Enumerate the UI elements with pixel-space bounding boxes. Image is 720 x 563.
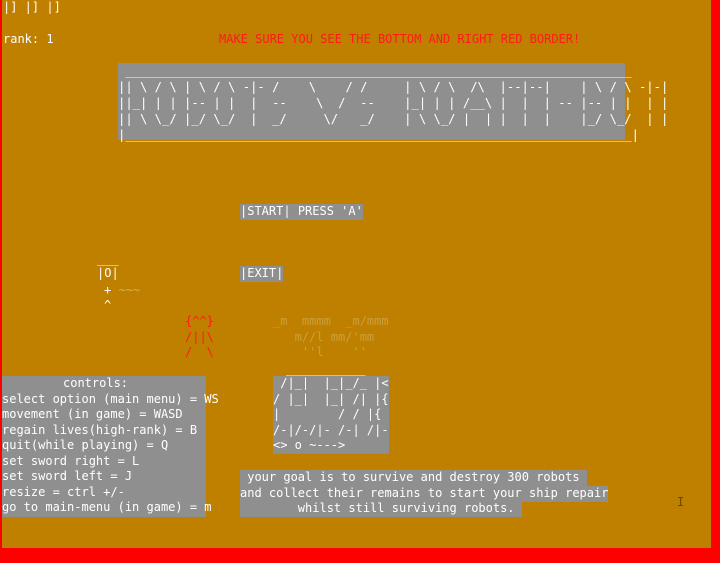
sword-hilt: + [104, 283, 112, 297]
text-cursor-icon: I [677, 495, 685, 509]
controls-line: set sword right = L [2, 453, 140, 468]
controls-line: quit(while playing) = Q [2, 438, 169, 452]
menu-exit-option[interactable]: |EXIT| [240, 266, 284, 282]
controls-line: go to main-menu (in game) = m [2, 500, 212, 514]
bottom-red-border [0, 548, 720, 563]
controls-line: select option (main menu) = WS [2, 391, 219, 406]
goal-text-line-1: your goal is to survive and destroy 300 … [240, 470, 587, 486]
player-sword: + ~~~ [104, 283, 140, 299]
menu-start-option[interactable]: |START| PRESS 'A' [240, 204, 363, 220]
controls-line: movement (in game) = WASD [2, 407, 183, 421]
rank-label: rank: 1 [3, 32, 54, 46]
sword-trail: ~~~ [118, 283, 141, 297]
goal-text-line-3: whilst still surviving robots. [240, 501, 522, 517]
right-red-border [711, 0, 720, 563]
faded-background-art: _m mmmm _m/mmm m//l mm/'mm ''l '' [273, 314, 389, 359]
border-warning: MAKE SURE YOU SEE THE BOTTOM AND RIGHT R… [219, 32, 581, 46]
controls-line: set sword left = J [2, 469, 133, 483]
lives-indicator: |] |] |] [3, 0, 61, 14]
goal-text-line-2: and collect their remains to start your … [240, 486, 609, 502]
player-feet: ^ [104, 298, 112, 312]
start-hint: PRESS 'A' [297, 204, 363, 218]
start-label: |START| [240, 204, 291, 218]
player-head: |O| [97, 266, 119, 280]
robot-enemy: {^^} /||\ / \ [185, 314, 214, 359]
game-title-banner: ________________________________________… [118, 63, 669, 142]
controls-panel: controls: select option (main menu) = WS m… [2, 376, 219, 517]
controls-title: controls: [63, 376, 129, 390]
controls-line: resize = ctrl +/- [2, 484, 125, 499]
broken-ship-art: /|_| |_|_/_ |< / |_| |_| /| |{ | / / |{ … [273, 376, 389, 454]
controls-line: regain lives(high-rank) = B [2, 422, 198, 437]
